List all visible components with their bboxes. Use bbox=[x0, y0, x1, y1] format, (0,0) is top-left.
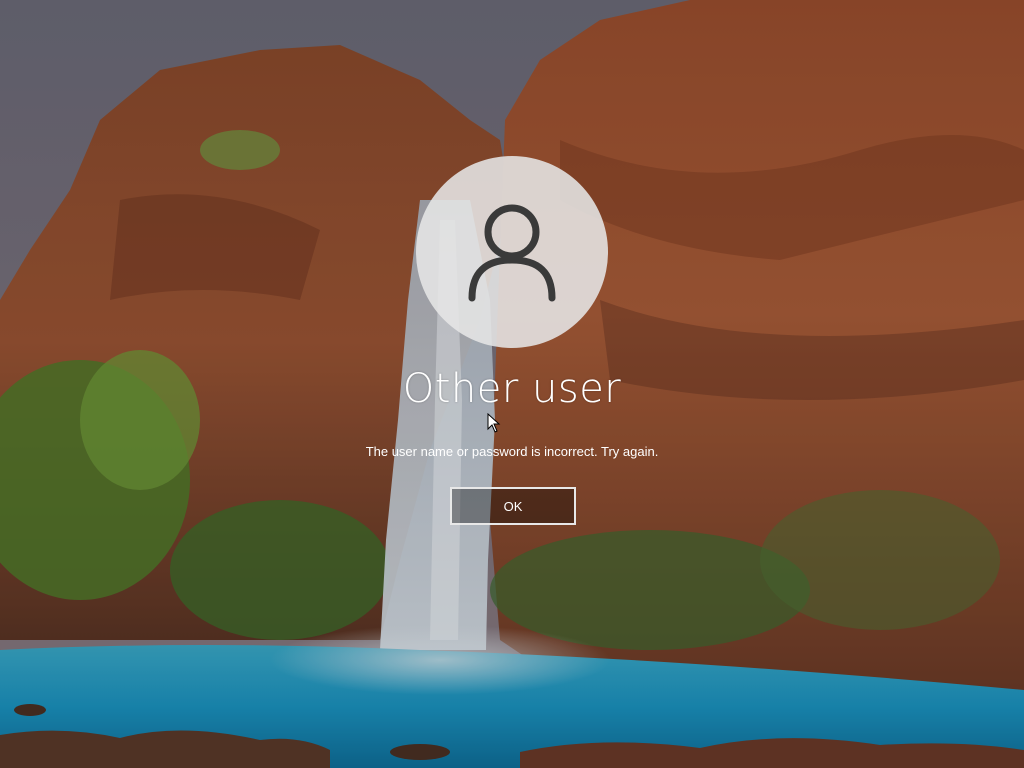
login-error-message: The user name or password is incorrect. … bbox=[365, 444, 659, 459]
login-panel: Other user The user name or password is … bbox=[0, 0, 1024, 768]
user-name-title: Other user bbox=[402, 366, 622, 412]
mouse-cursor-icon bbox=[487, 413, 501, 433]
user-avatar-icon bbox=[468, 204, 556, 302]
user-avatar bbox=[416, 156, 608, 348]
ok-button[interactable]: OK bbox=[450, 487, 576, 525]
